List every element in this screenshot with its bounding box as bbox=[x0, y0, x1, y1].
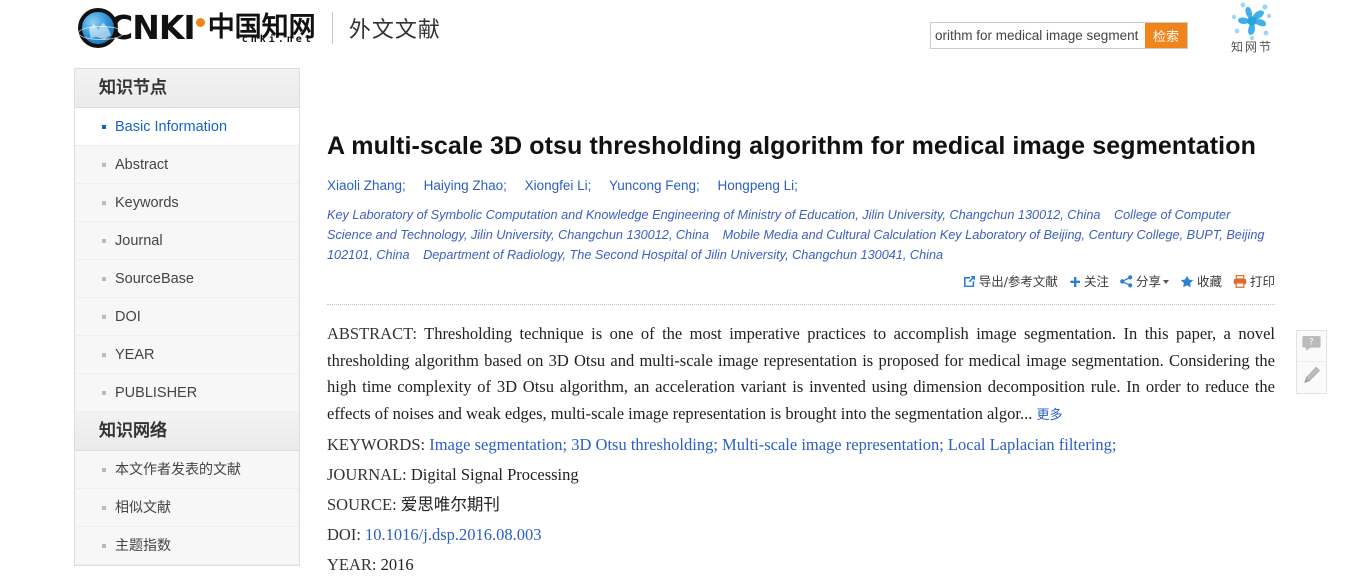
edit-icon bbox=[1303, 366, 1321, 389]
keywords-value[interactable]: Image segmentation; 3D Otsu thresholding… bbox=[429, 435, 1116, 454]
logo-cnki-text: CNKI bbox=[109, 8, 196, 47]
keywords-label: KEYWORDS: bbox=[327, 435, 426, 454]
sidebar-item-sourcebase[interactable]: SourceBase bbox=[75, 260, 299, 298]
feedback-icon: ? bbox=[1302, 335, 1321, 357]
abstract-text: Thresholding technique is one of the mos… bbox=[327, 324, 1275, 423]
year-value: 2016 bbox=[380, 555, 414, 574]
chevron-down-icon bbox=[1162, 280, 1169, 284]
svg-text:?: ? bbox=[1309, 338, 1314, 348]
share-label: 分享 bbox=[1135, 274, 1161, 289]
floating-tool-panel: ? bbox=[1296, 330, 1327, 394]
sidebar-item-keywords[interactable]: Keywords bbox=[75, 184, 299, 222]
author-link[interactable]: Xiongfei Li; bbox=[525, 178, 592, 193]
journal-row: JOURNAL: Digital Signal Processing bbox=[327, 460, 1275, 489]
site-header: CNKI 中国知网 cnki.net 外文文献 检索 bbox=[0, 0, 1358, 60]
sidebar-item-basic-information[interactable]: Basic Information bbox=[75, 108, 299, 146]
journal-value: Digital Signal Processing bbox=[410, 465, 579, 484]
favorite-label: 收藏 bbox=[1196, 274, 1222, 289]
source-label: SOURCE: bbox=[327, 495, 397, 514]
search-button[interactable]: 检索 bbox=[1145, 23, 1187, 48]
search-input[interactable] bbox=[931, 23, 1145, 48]
author-link[interactable]: Xiaoli Zhang; bbox=[327, 178, 406, 193]
pinwheel-icon bbox=[1231, 2, 1272, 41]
feedback-button[interactable]: ? bbox=[1297, 331, 1326, 362]
paper-detail: A multi-scale 3D otsu thresholding algor… bbox=[320, 68, 1282, 583]
sidebar-item-publisher[interactable]: PUBLISHER bbox=[75, 374, 299, 412]
content-divider bbox=[327, 304, 1275, 305]
print-button[interactable]: 打印 bbox=[1233, 274, 1275, 292]
affiliation-list: Key Laboratory of Symbolic Computation a… bbox=[327, 205, 1277, 265]
sidebar-item-abstract[interactable]: Abstract bbox=[75, 146, 299, 184]
logo-subtitle: 外文文献 bbox=[348, 18, 441, 43]
source-row: SOURCE: 爱思唯尔期刊 bbox=[327, 490, 1275, 519]
author-list: Xiaoli Zhang; Haiying Zhao; Xiongfei Li;… bbox=[327, 176, 1282, 195]
year-row: YEAR: 2016 bbox=[327, 550, 1275, 579]
journal-label: JOURNAL: bbox=[327, 465, 407, 484]
share-button[interactable]: 分享 bbox=[1120, 274, 1169, 292]
metadata-block: ABSTRACT: Thresholding technique is one … bbox=[327, 321, 1275, 583]
author-link[interactable]: Hongpeng Li; bbox=[718, 178, 798, 193]
export-icon bbox=[963, 275, 976, 292]
doi-label: DOI: bbox=[327, 525, 361, 544]
follow-label: 关注 bbox=[1083, 274, 1109, 289]
node-logo-label: 知网节 bbox=[1230, 40, 1273, 54]
plus-icon bbox=[1069, 276, 1081, 292]
sidebar-item-journal[interactable]: Journal bbox=[75, 222, 299, 260]
sidebar-section-title-knowledge-network: 知识网络 bbox=[75, 412, 299, 451]
keywords-row: KEYWORDS: Image segmentation; 3D Otsu th… bbox=[327, 430, 1275, 459]
printer-icon bbox=[1233, 275, 1247, 292]
affiliation-item: Key Laboratory of Symbolic Computation a… bbox=[327, 208, 1101, 222]
sidebar-item-similar-literature[interactable]: 相似文献 bbox=[75, 489, 299, 527]
edit-button[interactable] bbox=[1297, 362, 1326, 393]
abstract-row: ABSTRACT: Thresholding technique is one … bbox=[327, 321, 1275, 429]
export-references-button[interactable]: 导出/参考文献 bbox=[963, 274, 1058, 292]
search-box[interactable]: 检索 bbox=[930, 22, 1188, 49]
export-references-label: 导出/参考文献 bbox=[978, 274, 1058, 289]
author-link[interactable]: Yuncong Feng; bbox=[609, 178, 700, 193]
logo-domain-text: cnki.net bbox=[241, 33, 314, 45]
abstract-label: ABSTRACT: bbox=[327, 324, 417, 343]
print-label: 打印 bbox=[1249, 274, 1275, 289]
sidebar-item-topic-index[interactable]: 主题指数 bbox=[75, 527, 299, 565]
affiliation-item: Department of Radiology, The Second Hosp… bbox=[423, 248, 944, 262]
globe-icon bbox=[78, 8, 124, 48]
logo-divider bbox=[331, 12, 333, 44]
share-icon bbox=[1120, 275, 1133, 292]
knowledge-sidebar: 知识节点 Basic Information Abstract Keywords… bbox=[74, 68, 300, 566]
doi-value[interactable]: 10.1016/j.dsp.2016.08.003 bbox=[365, 525, 541, 544]
star-icon bbox=[1180, 275, 1194, 292]
sidebar-item-year[interactable]: YEAR bbox=[75, 336, 299, 374]
cnki-logo[interactable]: CNKI 中国知网 cnki.net 外文文献 bbox=[78, 4, 441, 52]
sidebar-item-author-publications[interactable]: 本文作者发表的文献 bbox=[75, 451, 299, 489]
favorite-button[interactable]: 收藏 bbox=[1180, 274, 1222, 292]
page-body: 知识节点 Basic Information Abstract Keywords… bbox=[0, 55, 1358, 578]
action-toolbar: 导出/参考文献 关注 分享 收藏 打印 bbox=[320, 274, 1275, 292]
sidebar-item-doi[interactable]: DOI bbox=[75, 298, 299, 336]
page-title: A multi-scale 3D otsu thresholding algor… bbox=[327, 132, 1256, 160]
sidebar-section-title-knowledge-node: 知识节点 bbox=[75, 69, 299, 108]
logo-orange-dot bbox=[195, 17, 205, 27]
year-label: YEAR: bbox=[327, 555, 377, 574]
source-value: 爱思唯尔期刊 bbox=[400, 495, 500, 514]
cnki-node-logo[interactable]: 知网节 bbox=[1224, 2, 1280, 55]
doi-row: DOI: 10.1016/j.dsp.2016.08.003 bbox=[327, 520, 1275, 549]
follow-button[interactable]: 关注 bbox=[1069, 274, 1109, 292]
abstract-more-link[interactable]: 更多 bbox=[1036, 408, 1062, 423]
author-link[interactable]: Haiying Zhao; bbox=[424, 178, 507, 193]
